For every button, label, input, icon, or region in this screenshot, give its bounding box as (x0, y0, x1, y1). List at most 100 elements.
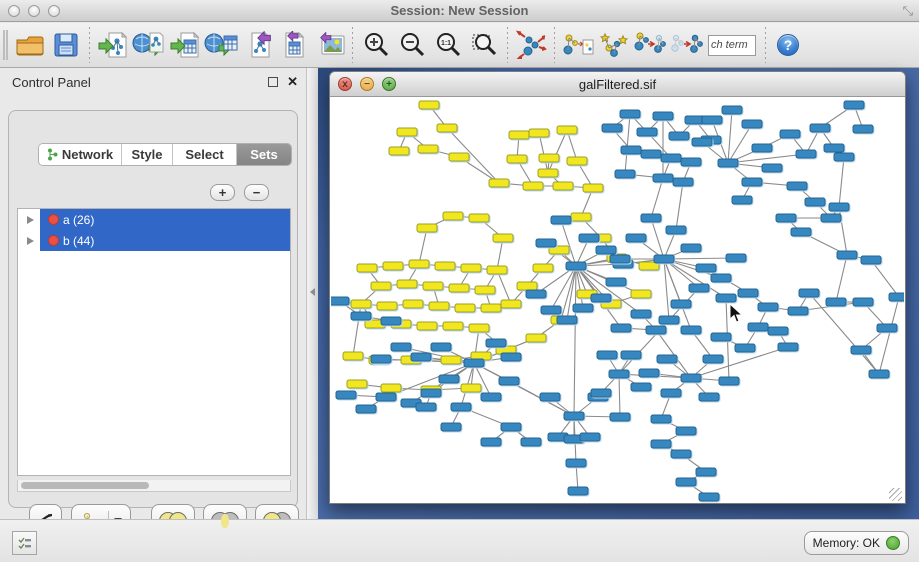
graph-node[interactable] (621, 351, 641, 359)
graph-node[interactable] (776, 214, 796, 222)
graph-node[interactable] (799, 289, 819, 297)
graph-node[interactable] (331, 297, 349, 305)
zoom-fit-selection-button[interactable] (466, 27, 502, 63)
graph-node[interactable] (703, 355, 723, 363)
graph-node[interactable] (507, 155, 527, 163)
graph-edge[interactable] (539, 133, 548, 173)
graph-node[interactable] (837, 251, 857, 259)
graph-node[interactable] (376, 393, 396, 401)
graph-node[interactable] (486, 339, 506, 347)
graph-node[interactable] (591, 389, 611, 397)
graph-node[interactable] (443, 322, 463, 330)
graph-node[interactable] (669, 132, 689, 140)
memory-status-button[interactable]: Memory: OK (804, 531, 909, 555)
graph-edge[interactable] (839, 157, 844, 207)
graph-node[interactable] (557, 316, 577, 324)
graph-node[interactable] (449, 284, 469, 292)
graph-node[interactable] (439, 375, 459, 383)
graph-node[interactable] (553, 182, 573, 190)
graph-node[interactable] (711, 333, 731, 341)
graph-node[interactable] (351, 312, 371, 320)
graph-node[interactable] (666, 226, 686, 234)
graph-node[interactable] (580, 433, 600, 441)
graph-node[interactable] (659, 316, 679, 324)
graph-node[interactable] (696, 264, 716, 272)
import-network-file-button[interactable] (95, 27, 131, 63)
graph-edge[interactable] (497, 270, 511, 304)
graph-node[interactable] (455, 304, 475, 312)
graph-node[interactable] (621, 146, 641, 154)
save-session-button[interactable] (48, 27, 84, 63)
graph-node[interactable] (591, 294, 611, 302)
apply-layout-button[interactable] (513, 27, 549, 63)
graph-node[interactable] (620, 110, 640, 118)
tab-style[interactable]: Style (122, 144, 173, 165)
graph-node[interactable] (461, 384, 481, 392)
graph-edge[interactable] (567, 130, 577, 161)
graph-edge[interactable] (574, 266, 576, 416)
graph-node[interactable] (602, 124, 622, 132)
graph-node[interactable] (689, 284, 709, 292)
graph-node[interactable] (389, 147, 409, 155)
fullscreen-arrows-icon[interactable]: ⤡ (903, 3, 913, 19)
import-table-url-button[interactable] (203, 27, 239, 63)
graph-node[interactable] (526, 334, 546, 342)
graph-node[interactable] (626, 234, 646, 242)
graph-node[interactable] (383, 262, 403, 270)
graph-node[interactable] (397, 280, 417, 288)
graph-node[interactable] (487, 266, 507, 274)
graph-node[interactable] (718, 159, 738, 167)
disclosure-triangle-icon[interactable] (27, 216, 34, 224)
tab-network[interactable]: Network (39, 144, 122, 165)
graph-node[interactable] (653, 112, 673, 120)
graph-node[interactable] (441, 423, 461, 431)
graph-node[interactable] (356, 405, 376, 413)
graph-node[interactable] (606, 278, 626, 286)
graph-node[interactable] (641, 150, 661, 158)
graph-node[interactable] (752, 144, 772, 152)
graph-node[interactable] (571, 213, 591, 221)
graph-node[interactable] (609, 370, 629, 378)
graph-node[interactable] (671, 450, 691, 458)
zoom-one-to-one-button[interactable]: 1:1 (430, 27, 466, 63)
graph-node[interactable] (540, 393, 560, 401)
float-panel-button[interactable] (268, 77, 278, 87)
graph-node[interactable] (653, 174, 673, 182)
graph-node[interactable] (377, 302, 397, 310)
graph-node[interactable] (821, 214, 841, 222)
graph-node[interactable] (851, 346, 871, 354)
select-first-neighbors-button[interactable] (596, 27, 632, 63)
list-item-set-a[interactable]: a (26) (18, 209, 290, 230)
graph-node[interactable] (661, 389, 681, 397)
graph-node[interactable] (583, 184, 603, 192)
graph-node[interactable] (336, 391, 356, 399)
graph-node[interactable] (481, 393, 501, 401)
graph-node[interactable] (493, 234, 513, 242)
panel-splitter[interactable] (306, 68, 318, 519)
graph-node[interactable] (523, 182, 543, 190)
graph-node[interactable] (499, 377, 519, 385)
graph-node[interactable] (469, 324, 489, 332)
graph-node[interactable] (381, 317, 401, 325)
graph-node[interactable] (681, 374, 701, 382)
graph-node[interactable] (762, 164, 782, 172)
graph-node[interactable] (411, 353, 431, 361)
scrollbar-thumb[interactable] (21, 482, 149, 489)
graph-node[interactable] (611, 324, 631, 332)
search-input[interactable]: ch term (708, 35, 756, 56)
graph-node[interactable] (501, 353, 521, 361)
graph-node[interactable] (889, 293, 904, 301)
graph-edge[interactable] (664, 259, 669, 320)
collapse-panel-arrow-icon[interactable] (310, 288, 315, 296)
graph-node[interactable] (539, 154, 559, 162)
graph-node[interactable] (443, 212, 463, 220)
graph-node[interactable] (557, 126, 577, 134)
graph-node[interactable] (699, 393, 719, 401)
graph-edge[interactable] (728, 110, 732, 163)
graph-edge[interactable] (871, 260, 899, 297)
graph-edge[interactable] (676, 182, 683, 230)
graph-node[interactable] (780, 130, 800, 138)
graph-node[interactable] (651, 440, 671, 448)
graph-node[interactable] (824, 144, 844, 152)
tab-sets[interactable]: Sets (237, 144, 291, 165)
